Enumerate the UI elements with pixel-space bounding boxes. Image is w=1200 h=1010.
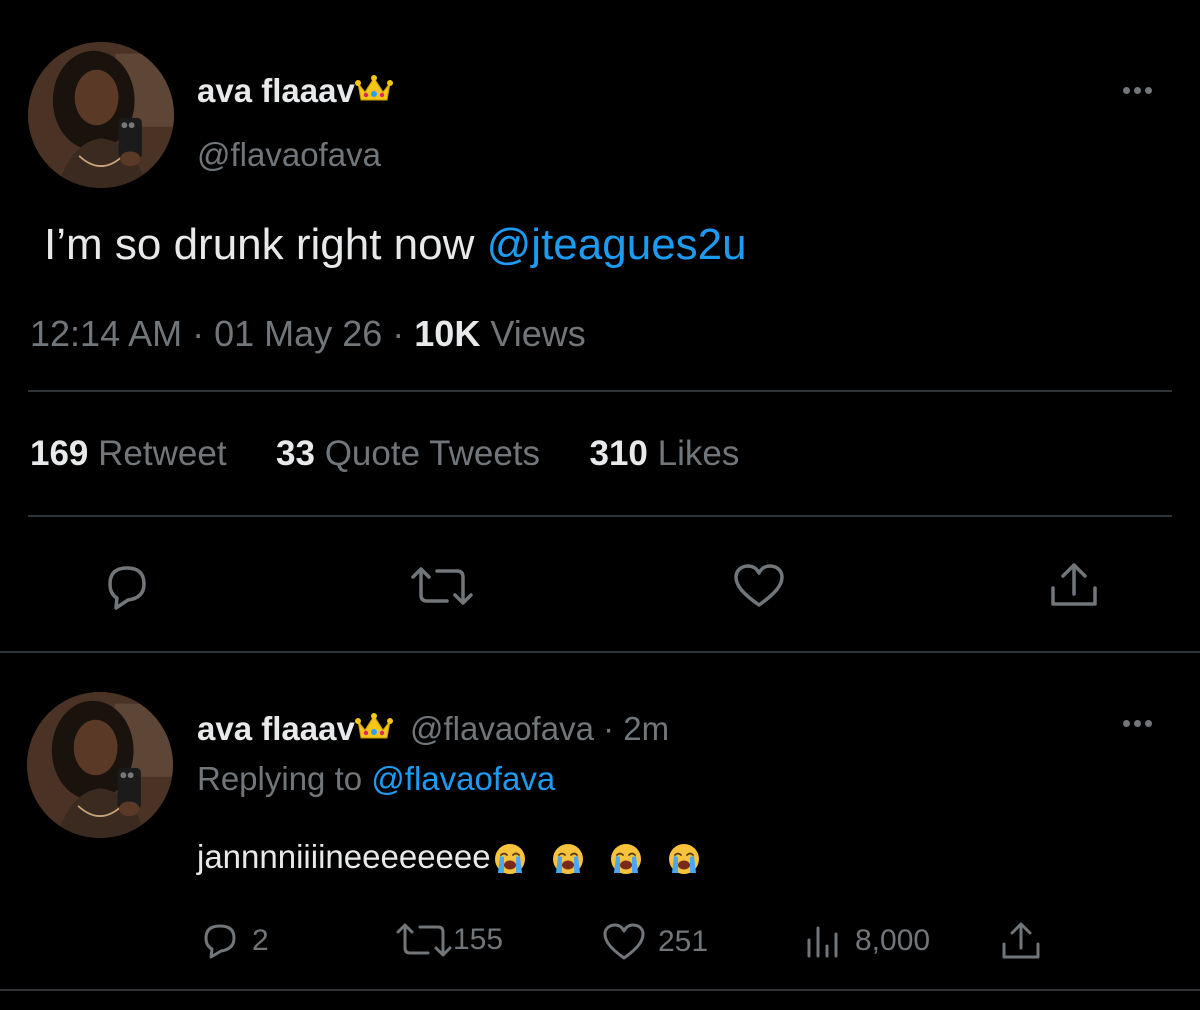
retweet-count: 155 <box>453 923 504 956</box>
tweet-body: I’m so drunk right now <box>44 220 475 269</box>
views-count: 8,000 <box>855 924 931 957</box>
reply-count: 2 <box>252 924 269 957</box>
views-count: 10K <box>414 313 481 354</box>
retweet-icon[interactable] <box>409 565 475 607</box>
tweet-time[interactable]: 12:14 AM <box>30 313 182 354</box>
retweet-icon <box>395 922 453 958</box>
more-options-icon[interactable] <box>1123 720 1152 727</box>
meta-separator: · <box>392 313 405 354</box>
reply-age[interactable]: 2m <box>623 710 669 747</box>
author-handle[interactable]: @flavaofava <box>410 710 594 747</box>
divider <box>28 515 1172 517</box>
views-chart-icon <box>803 922 843 960</box>
like-button[interactable]: 251 <box>602 922 708 962</box>
author-display-name: ava flaaav <box>197 72 355 109</box>
divider <box>28 390 1172 392</box>
loudly-crying-face-icon <box>609 842 643 876</box>
crown-icon <box>354 711 393 751</box>
meta-separator: · <box>603 710 615 747</box>
author-display-name[interactable]: ava flaaav <box>197 710 355 747</box>
like-icon[interactable] <box>732 563 786 609</box>
share-icon[interactable] <box>1000 920 1042 962</box>
section-divider <box>0 989 1200 991</box>
tweet-text: I’m so drunk right now @jteagues2u <box>44 220 747 270</box>
likes-stat[interactable]: 310 Likes <box>589 434 739 473</box>
more-options-icon[interactable] <box>1123 87 1152 94</box>
replying-prefix: Replying to <box>197 760 363 797</box>
avatar[interactable] <box>28 42 174 188</box>
tweet-date[interactable]: 01 May 26 <box>214 313 382 354</box>
author-handle[interactable]: @flavaofava <box>197 136 381 174</box>
reply-header: ava flaaav @flavaofava · 2m <box>197 710 669 751</box>
views-label[interactable]: Views <box>490 313 585 354</box>
loudly-crying-face-icon <box>551 842 585 876</box>
loudly-crying-face-icon <box>667 842 701 876</box>
like-icon <box>602 922 646 962</box>
author-name[interactable]: ava flaaav <box>197 72 393 113</box>
share-icon[interactable] <box>1048 560 1100 610</box>
section-divider <box>0 651 1200 653</box>
mention-link[interactable]: @jteagues2u <box>487 220 747 269</box>
crown-icon <box>354 73 393 113</box>
avatar[interactable] <box>27 692 173 838</box>
reply-icon <box>200 922 240 960</box>
crying-emoji-row <box>491 838 715 875</box>
tweet-meta: 12:14 AM · 01 May 26 · 10K Views <box>30 313 586 355</box>
reply-text: jannnniiiineeeeeeee <box>197 838 715 876</box>
views-button[interactable]: 8,000 <box>803 922 930 960</box>
tweet-stats: 169 Retweet 33 Quote Tweets 310 Likes <box>30 434 739 474</box>
replying-to-link[interactable]: @flavaofava <box>371 760 555 797</box>
reply-body: jannnniiiineeeeeeee <box>197 838 491 875</box>
retweets-stat[interactable]: 169 Retweet <box>30 434 227 473</box>
like-count: 251 <box>658 925 709 958</box>
loudly-crying-face-icon <box>493 842 527 876</box>
reply-button[interactable]: 2 <box>200 922 269 960</box>
reply-icon[interactable] <box>100 562 154 610</box>
replying-to: Replying to @flavaofava <box>197 760 555 798</box>
quote-tweets-stat[interactable]: 33 Quote Tweets <box>276 434 540 473</box>
retweet-button[interactable]: 155 <box>395 922 503 958</box>
meta-separator: · <box>192 313 205 354</box>
reply-action-bar: 2 155 251 8,000 <box>200 920 1060 964</box>
